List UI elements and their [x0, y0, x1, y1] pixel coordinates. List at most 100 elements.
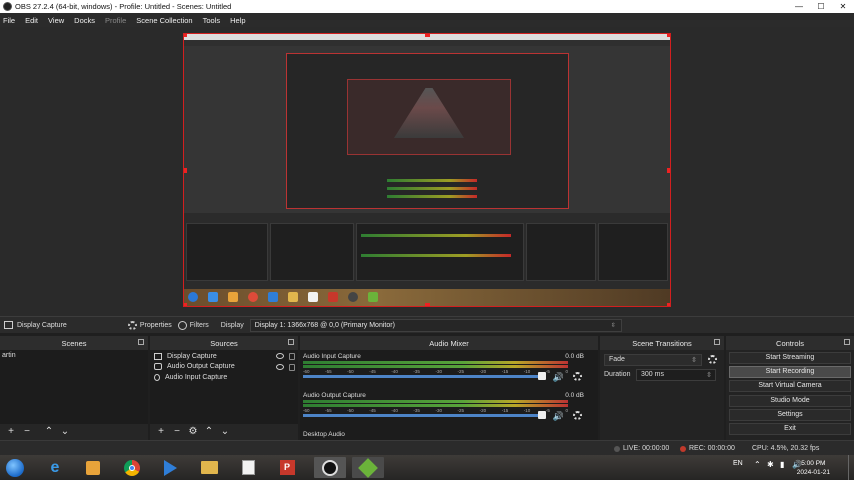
taskbar-clock[interactable]: 5:00 PM 2024-01-21 [797, 459, 830, 477]
add-source-button[interactable]: + [154, 426, 168, 438]
undock-icon[interactable] [714, 339, 720, 345]
nested-scenes-panel [186, 223, 268, 281]
menu-view[interactable]: View [48, 16, 64, 25]
tray-expand-icon[interactable]: ⌃ [754, 460, 761, 469]
cpu-fps: CPU: 4.5%, 20.32 fps [752, 445, 820, 452]
move-down-button[interactable]: ⌄ [58, 426, 72, 438]
scale-tick: -40 [391, 408, 398, 413]
source-item-audio-input[interactable]: Audio Input Capture [150, 372, 298, 383]
nested-meter [361, 234, 511, 237]
start-virtual-camera-button[interactable]: Start Virtual Camera [729, 380, 851, 392]
spin-arrows-icon[interactable]: ⇳ [706, 371, 712, 379]
source-item-display-capture[interactable]: Display Capture [150, 351, 298, 362]
eye-icon[interactable] [276, 353, 284, 359]
settings-button[interactable]: Settings [729, 409, 851, 421]
transform-handle[interactable] [667, 168, 670, 173]
gear-icon[interactable] [573, 372, 582, 381]
move-up-button[interactable]: ⌃ [42, 426, 56, 438]
internet-explorer-icon[interactable]: e [44, 457, 66, 478]
file-explorer-icon[interactable] [198, 457, 220, 478]
volume-slider-handle[interactable] [538, 411, 546, 419]
lock-icon[interactable] [289, 353, 295, 360]
selected-source: Display Capture [4, 321, 67, 329]
remove-source-button[interactable]: − [170, 426, 184, 438]
undock-icon[interactable] [844, 339, 850, 345]
exit-button[interactable]: Exit [729, 423, 851, 435]
filters-button[interactable]: Filters [177, 320, 209, 330]
duration-label: Duration [604, 371, 631, 378]
display-label-text: Display [220, 321, 244, 329]
undock-icon[interactable] [288, 339, 294, 345]
menu-scene-collection[interactable]: Scene Collection [136, 16, 192, 25]
sources-list[interactable]: Display Capture Audio Output Capture Aud… [150, 350, 298, 424]
display-select[interactable]: Display 1: 1366x768 @ 0,0 (Primary Monit… [249, 318, 622, 332]
preview-canvas[interactable] [183, 33, 671, 307]
controls-header: Controls [726, 336, 854, 350]
transform-handle[interactable] [184, 34, 187, 37]
gear-icon [127, 320, 137, 330]
powerpoint-icon[interactable]: P [276, 457, 298, 478]
duration-input[interactable]: 300 ms ⇳ [636, 368, 716, 381]
scene-item[interactable]: artin [0, 350, 148, 361]
transform-handle[interactable] [184, 168, 187, 173]
volume-slider[interactable] [303, 375, 538, 378]
gear-icon[interactable] [708, 355, 717, 364]
close-button[interactable]: ✕ [832, 0, 854, 13]
transform-handle[interactable] [184, 303, 187, 306]
display-label: Display [221, 322, 244, 329]
chrome-icon[interactable] [121, 457, 143, 478]
nested-app-icon [368, 292, 378, 302]
eye-icon[interactable] [276, 363, 284, 370]
window-title: OBS 27.2.4 (64-bit, windows) - Profile: … [15, 2, 232, 11]
source-properties-button[interactable]: ⚙ [186, 426, 200, 438]
menu-docks[interactable]: Docks [74, 16, 95, 25]
network-icon[interactable]: ▮ [780, 460, 784, 469]
media-player-icon[interactable] [82, 457, 104, 478]
notepad-icon[interactable] [237, 457, 259, 478]
scale-tick: -20 [479, 408, 487, 413]
speaker-icon[interactable]: 🔊 [553, 411, 564, 422]
move-down-button[interactable]: ⌄ [218, 426, 232, 438]
level-meter [303, 361, 568, 364]
display-select-value: Display 1: 1366x768 @ 0,0 (Primary Monit… [254, 321, 395, 329]
language-indicator[interactable]: EN [733, 460, 743, 467]
menu-edit[interactable]: Edit [25, 16, 38, 25]
microphone-icon [154, 373, 160, 381]
scenes-list[interactable]: artin [0, 350, 148, 424]
transform-handle[interactable] [425, 303, 430, 306]
start-recording-button[interactable]: Start Recording [729, 366, 851, 378]
lock-icon[interactable] [289, 363, 295, 371]
add-scene-button[interactable]: + [4, 426, 18, 438]
transition-select[interactable]: Fade ⇳ [604, 353, 702, 366]
move-up-button[interactable]: ⌃ [202, 426, 216, 438]
minimize-button[interactable]: — [788, 0, 810, 13]
transform-handle[interactable] [667, 303, 670, 306]
start-streaming-button[interactable]: Start Streaming [729, 352, 851, 364]
properties-button[interactable]: Properties [127, 320, 172, 330]
undock-icon[interactable] [138, 339, 144, 345]
obs-taskbar-icon[interactable] [314, 457, 346, 478]
transform-handle[interactable] [425, 34, 430, 37]
menu-profile[interactable]: Profile [105, 16, 126, 25]
volume-slider[interactable] [303, 414, 538, 417]
preview-area[interactable] [0, 27, 854, 316]
speaker-icon[interactable]: 🔊 [553, 372, 564, 383]
maximize-button[interactable]: ☐ [810, 0, 832, 13]
duration-row: Duration 300 ms ⇳ [604, 368, 720, 381]
play-icon[interactable] [159, 457, 181, 478]
scale-tick: -10 [523, 408, 531, 413]
menu-file[interactable]: File [3, 16, 15, 25]
source-item-audio-output[interactable]: Audio Output Capture [150, 362, 298, 373]
show-desktop-button[interactable] [848, 455, 854, 480]
menu-help[interactable]: Help [230, 16, 245, 25]
start-button[interactable] [4, 457, 26, 478]
studio-mode-button[interactable]: Studio Mode [729, 395, 851, 407]
gear-icon[interactable] [573, 411, 582, 420]
minecraft-icon[interactable] [352, 457, 384, 478]
volume-slider-handle[interactable] [538, 372, 546, 380]
bluetooth-icon[interactable]: ✱ [767, 460, 774, 469]
remove-scene-button[interactable]: − [20, 426, 34, 438]
transform-handle[interactable] [667, 34, 670, 37]
source-toolbar: Display Capture Properties Filters Displ… [0, 316, 854, 333]
menu-tools[interactable]: Tools [203, 16, 221, 25]
